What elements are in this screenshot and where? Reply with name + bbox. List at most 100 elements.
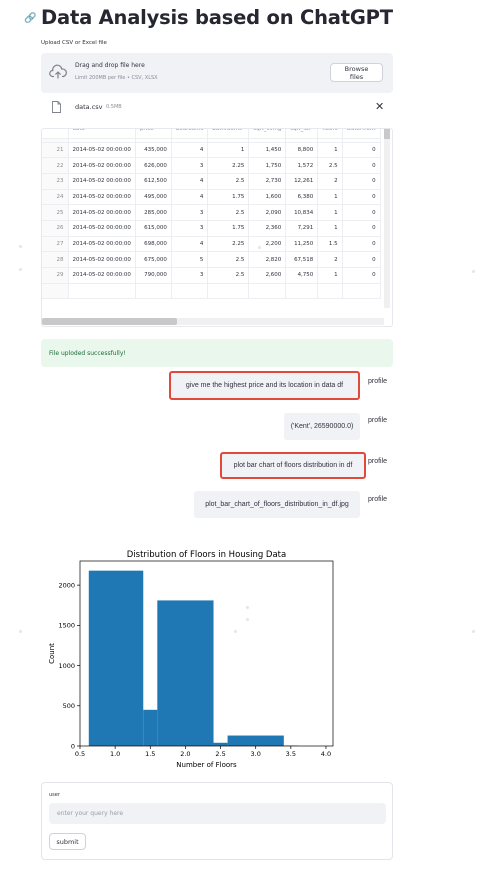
table-cell: 612,500 [135, 173, 172, 190]
table-cell: 7,291 [285, 220, 319, 237]
table-cell: 2.5 [207, 173, 250, 190]
table-cell: 10,834 [285, 204, 319, 221]
column-header[interactable]: sqft_lot [285, 129, 319, 139]
chat-author-1: profile [368, 378, 388, 385]
y-tick-label: 1500 [58, 622, 75, 630]
table-cell: 2014-05-02 00:00:00 [68, 189, 136, 206]
table-cell: 2.25 [207, 157, 250, 174]
table-cell: 615,000 [135, 220, 172, 237]
table-cell: 1.5 [317, 236, 343, 253]
chat-message-2: ('Kent', 26590000.0) [284, 413, 360, 440]
row-index: 22 [42, 157, 69, 174]
dataframe: date price bedrooms bathrooms sqft_living sqf… [42, 129, 381, 300]
user-label: user [49, 792, 60, 798]
table-row[interactable]: 24 2014-05-02 00:00:00 495,000 4 1.75 1,600 6,… [42, 189, 381, 206]
table-cell: 2.5 [207, 204, 250, 221]
x-tick-label: 3.0 [251, 750, 261, 758]
column-header[interactable]: price [135, 129, 172, 139]
decor-dot [472, 270, 475, 273]
table-cell: 2014-05-02 00:00:00 [68, 157, 136, 174]
y-tick-label: 2000 [58, 581, 75, 589]
vertical-scrollbar[interactable] [384, 129, 390, 308]
table-row[interactable]: 27 2014-05-02 00:00:00 698,000 4 2.25 2,200 11… [42, 236, 381, 253]
decor-dot [246, 618, 249, 621]
dropzone-subtitle: Limit 200MB per file • CSV, XLSX [75, 75, 158, 81]
chat-message-3: plot bar chart of floors distribution in… [220, 452, 366, 479]
table-cell: 4 [171, 236, 209, 253]
table-cell: 67,518 [285, 251, 319, 268]
chart-bar [213, 742, 228, 746]
table-cell: 3 [171, 157, 209, 174]
table-row[interactable]: 28 2014-05-02 00:00:00 675,000 5 2.5 2,820 67,… [42, 251, 381, 268]
table-cell: 2014-05-02 00:00:00 [68, 236, 136, 253]
x-tick-label: 0.5 [75, 750, 85, 758]
close-icon[interactable]: ✕ [375, 100, 384, 113]
table-row[interactable]: 26 2014-05-02 00:00:00 615,000 3 1.75 2,360 7,… [42, 220, 381, 237]
query-input[interactable] [49, 803, 386, 824]
vertical-scroll-thumb[interactable] [384, 129, 390, 139]
table-cell: 0 [342, 189, 381, 206]
table-cell [285, 283, 319, 300]
decor-dot [19, 630, 22, 633]
table-cell: 0 [342, 157, 381, 174]
table-cell: 1 [317, 142, 343, 159]
link-icon[interactable]: 🔗 [24, 13, 36, 24]
cloud-upload-icon [49, 64, 67, 79]
table-cell: 4 [171, 189, 209, 206]
chat-author-4: profile [368, 496, 388, 503]
data-table[interactable]: date price bedrooms bathrooms sqft_living sqf… [41, 128, 393, 327]
column-header[interactable]: waterfront [342, 129, 381, 139]
column-header[interactable]: floors [317, 129, 343, 139]
table-cell: 2014-05-02 00:00:00 [68, 220, 136, 237]
table-cell: 495,000 [135, 189, 172, 206]
table-cell: 1 [207, 142, 250, 159]
row-index: 29 [42, 267, 69, 284]
table-cell: 0 [342, 267, 381, 284]
table-row[interactable]: 25 2014-05-02 00:00:00 285,000 3 2.5 2,090 10,… [42, 204, 381, 221]
chat-author-3: profile [368, 458, 388, 465]
table-cell: 2014-05-02 00:00:00 [68, 251, 136, 268]
table-cell: 698,000 [135, 236, 172, 253]
chat-message-1: give me the highest price and its locati… [169, 371, 360, 400]
table-cell: 1 [317, 220, 343, 237]
x-tick-label: 4.0 [321, 750, 331, 758]
row-index: 23 [42, 173, 69, 190]
chart-bar [88, 570, 144, 746]
browse-files-button[interactable]: Browse files [330, 63, 383, 82]
submit-button[interactable]: submit [49, 833, 86, 850]
table-cell: 3 [171, 220, 209, 237]
decor-dot [19, 245, 22, 248]
table-row[interactable]: 23 2014-05-02 00:00:00 612,500 4 2.5 2,730 12,… [42, 173, 381, 190]
column-header[interactable] [42, 129, 69, 139]
table-header-row: date price bedrooms bathrooms sqft_living sqf… [42, 129, 381, 139]
column-header[interactable]: sqft_living [248, 129, 287, 139]
column-header[interactable]: bedrooms [171, 129, 209, 139]
row-index: 25 [42, 204, 69, 221]
table-row[interactable]: 21 2014-05-02 00:00:00 435,000 4 1 1,450 8,800… [42, 142, 381, 159]
x-axis-label: Number of Floors [176, 761, 237, 769]
table-cell: 1 [317, 189, 343, 206]
table-cell [68, 283, 136, 300]
row-index: 24 [42, 189, 69, 206]
table-cell: 1,450 [248, 142, 287, 159]
table-cell: 0 [342, 251, 381, 268]
horizontal-scroll-thumb[interactable] [42, 318, 177, 325]
table-row[interactable]: 22 2014-05-02 00:00:00 626,000 3 2.25 1,750 1,… [42, 157, 381, 174]
column-header[interactable]: date [68, 129, 136, 139]
chat-message-4: plot_bar_chart_of_floors_distribution_in… [194, 491, 360, 518]
table-cell [42, 283, 69, 300]
table-cell: 2014-05-02 00:00:00 [68, 267, 136, 284]
row-index: 21 [42, 142, 69, 159]
column-header[interactable]: bathrooms [207, 129, 250, 139]
row-index: 27 [42, 236, 69, 253]
decor-dot [258, 246, 261, 249]
table-cell: 626,000 [135, 157, 172, 174]
chat-author-2: profile [368, 417, 388, 424]
table-row[interactable]: 29 2014-05-02 00:00:00 790,000 3 2.5 2,600 4,7… [42, 267, 381, 284]
table-cell: 0 [342, 236, 381, 253]
y-tick-label: 500 [63, 702, 75, 710]
page-title: Data Analysis based on ChatGPT [41, 6, 393, 29]
table-cell [342, 283, 381, 300]
table-cell: 2.5 [317, 157, 343, 174]
decor-dot [472, 630, 475, 633]
